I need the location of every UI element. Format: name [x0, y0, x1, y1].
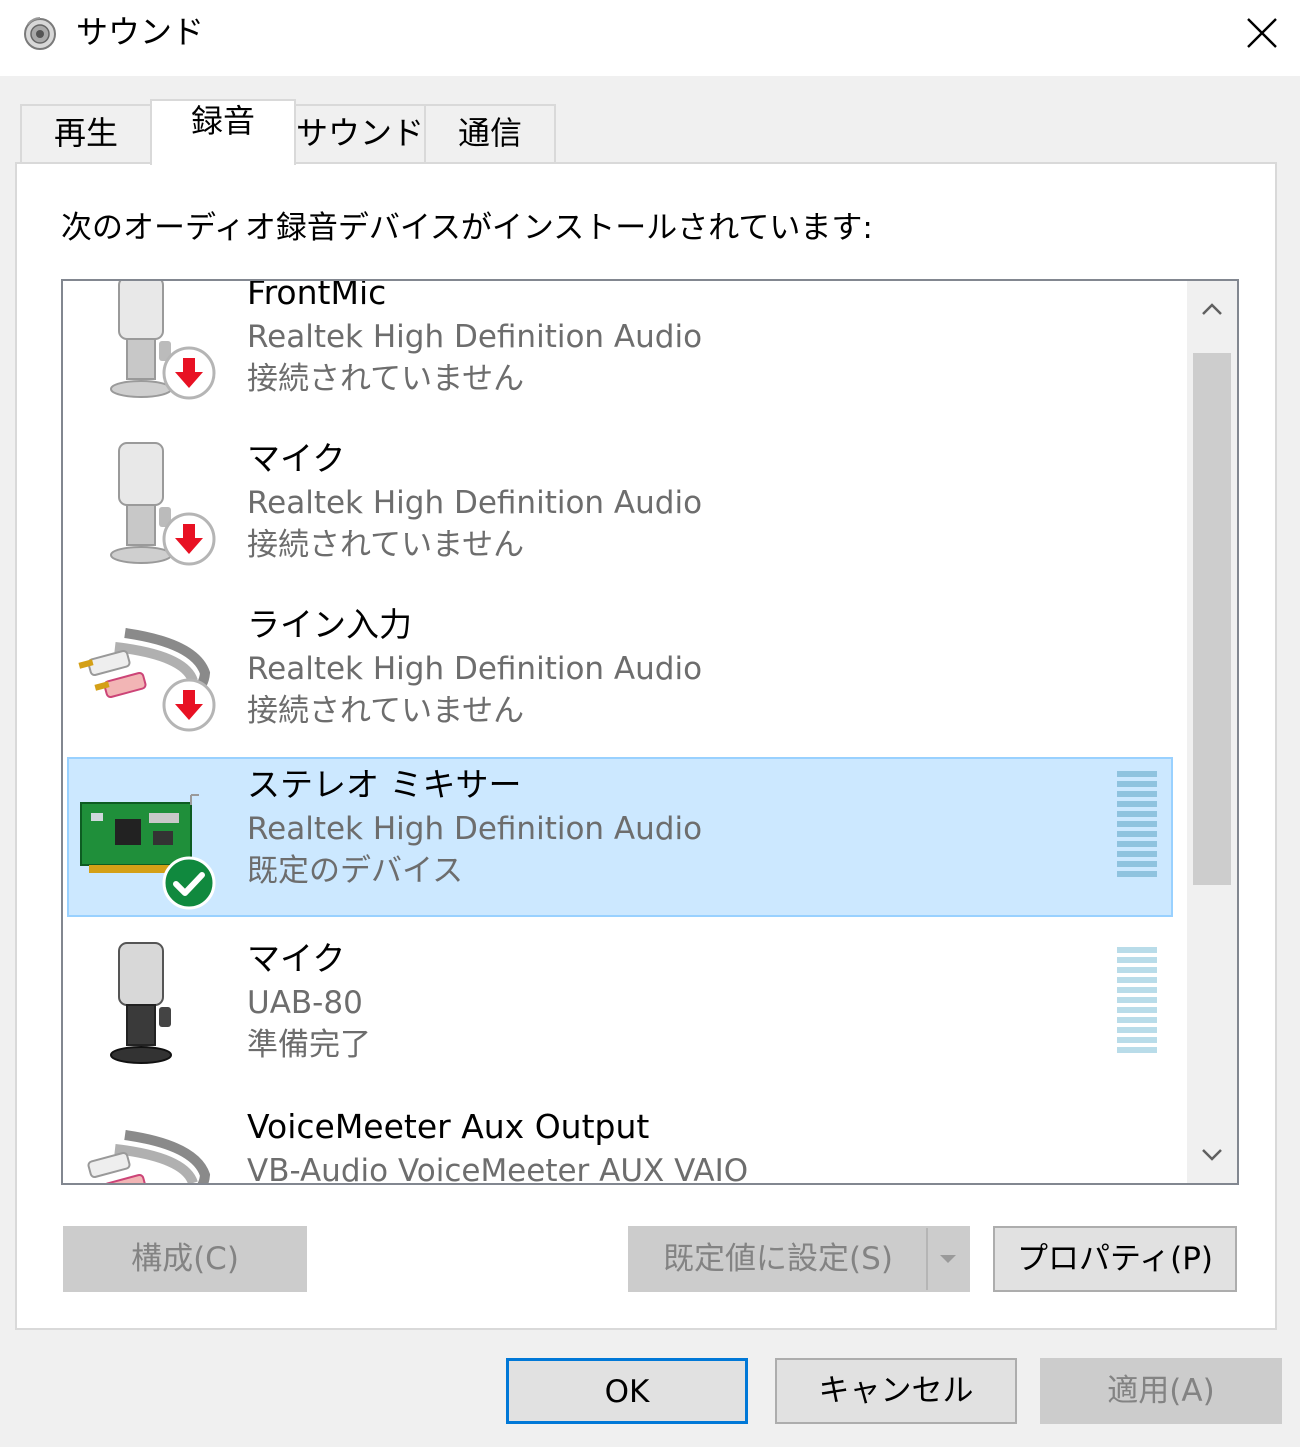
chevron-down-icon — [1202, 1149, 1222, 1161]
device-description: Realtek High Definition Audio — [247, 485, 703, 521]
sound-dialog: サウンド 再生 録音 サウンド 通信 次のオーディオ録音デバイスがインストールさ… — [0, 0, 1300, 1447]
device-name: VoiceMeeter Aux Output — [247, 1107, 650, 1146]
disconnected-arrow-icon — [162, 346, 216, 400]
tab-recording[interactable]: 録音 — [150, 99, 296, 165]
instruction-text: 次のオーディオ録音デバイスがインストールされています: — [61, 210, 873, 246]
set-default-split-button[interactable]: 既定値に設定(S) — [628, 1226, 970, 1292]
speaker-icon — [24, 17, 56, 50]
level-meter — [1117, 947, 1157, 1053]
device-item-stereo-mixer[interactable]: ステレオ ミキサー Realtek High Definition Audio … — [67, 757, 1173, 917]
device-name: マイク — [247, 939, 346, 978]
device-item-line-in[interactable]: ライン入力 Realtek High Definition Audio 接続され… — [67, 599, 1173, 759]
tab-communications[interactable]: 通信 — [424, 104, 556, 162]
chevron-down-icon — [940, 1255, 956, 1263]
device-status: 接続されていません — [247, 527, 525, 563]
tab-sounds[interactable]: サウンド — [294, 104, 426, 162]
line-in-cable-icon — [87, 1130, 211, 1183]
device-list[interactable]: FrontMic Realtek High Definition Audio 接… — [61, 279, 1239, 1185]
cancel-button[interactable]: キャンセル — [775, 1358, 1017, 1424]
device-item-mic-realtek[interactable]: マイク Realtek High Definition Audio 接続されてい… — [67, 433, 1173, 593]
scroll-thumb[interactable] — [1193, 353, 1231, 885]
set-default-dropdown[interactable] — [926, 1228, 968, 1290]
device-status: 既定のデバイス — [247, 853, 464, 889]
device-list-scrollbar[interactable] — [1187, 281, 1237, 1183]
device-name: ライン入力 — [247, 605, 412, 644]
device-name: ステレオ ミキサー — [247, 765, 522, 804]
disconnected-arrow-icon — [162, 678, 216, 732]
device-item-voicemeeter-aux[interactable]: VoiceMeeter Aux Output VB-Audio VoiceMee… — [67, 1101, 1173, 1185]
device-description: Realtek High Definition Audio — [247, 811, 703, 847]
device-description: Realtek High Definition Audio — [247, 319, 703, 355]
device-item-mic-uab80[interactable]: マイク UAB-80 準備完了 — [67, 933, 1173, 1093]
device-status: 接続されていません — [247, 693, 525, 729]
scroll-down-button[interactable] — [1187, 1127, 1237, 1183]
device-name: FrontMic — [247, 279, 387, 312]
properties-button[interactable]: プロパティ(P) — [993, 1226, 1237, 1292]
set-default-label: 既定値に設定(S) — [663, 1241, 893, 1277]
title-bar: サウンド — [0, 0, 1300, 76]
disconnected-arrow-icon — [162, 512, 216, 566]
device-description: UAB-80 — [247, 985, 363, 1021]
recording-panel: 次のオーディオ録音デバイスがインストールされています: FrontMic Rea… — [15, 162, 1277, 1330]
device-name: マイク — [247, 439, 346, 478]
level-meter — [1117, 771, 1157, 877]
chevron-up-icon — [1202, 303, 1222, 315]
close-button[interactable] — [1224, 0, 1300, 66]
close-icon — [1247, 18, 1277, 48]
ok-button[interactable]: OK — [506, 1358, 748, 1424]
microphone-dark-icon — [110, 942, 172, 1064]
default-check-icon — [162, 856, 216, 910]
scroll-up-button[interactable] — [1187, 281, 1237, 337]
apply-button[interactable]: 適用(A) — [1040, 1358, 1282, 1424]
window-title: サウンド — [76, 13, 205, 51]
device-status: 接続されていません — [247, 361, 525, 397]
configure-button[interactable]: 構成(C) — [63, 1226, 307, 1292]
device-description: Realtek High Definition Audio — [247, 651, 703, 687]
device-description: VB-Audio VoiceMeeter AUX VAIO — [247, 1153, 749, 1185]
device-status: 準備完了 — [247, 1027, 371, 1063]
tab-playback[interactable]: 再生 — [20, 104, 152, 162]
device-item-frontmic[interactable]: FrontMic Realtek High Definition Audio 接… — [67, 279, 1173, 427]
